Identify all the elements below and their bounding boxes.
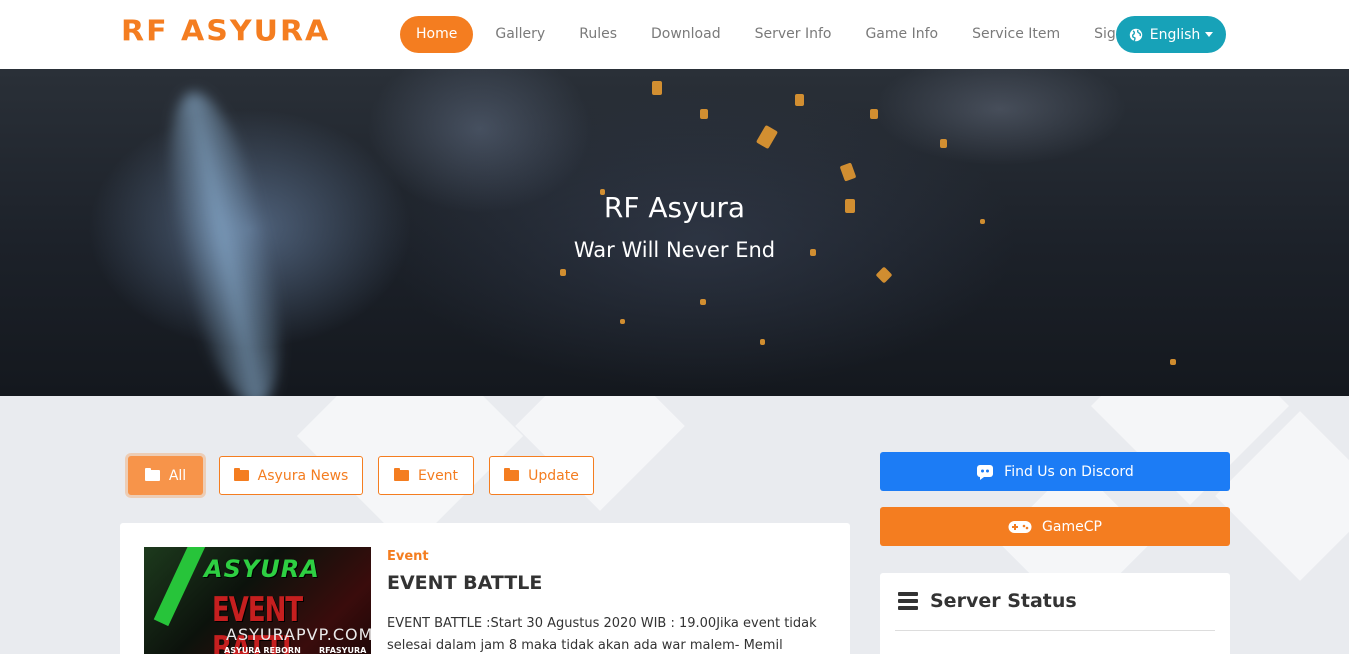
navbar: RF ASYURA Home Gallery Rules Download Se… — [0, 0, 1349, 69]
gamepad-icon — [1008, 520, 1032, 533]
filter-label: Update — [528, 467, 579, 484]
hero-title: RF Asyura — [603, 191, 746, 224]
hero-spark — [755, 124, 779, 150]
thumbnail-text-2: EVENT BATTL — [212, 591, 303, 654]
nav-gallery[interactable]: Gallery — [478, 16, 562, 53]
folder-icon — [144, 468, 160, 481]
site-logo[interactable]: RF ASYURA — [121, 15, 330, 48]
filter-update[interactable]: Update — [489, 456, 594, 495]
filter-label: Event — [417, 467, 459, 484]
hero-spark — [700, 109, 708, 119]
discord-label: Find Us on Discord — [1004, 463, 1134, 480]
hero-spark — [795, 94, 804, 106]
nav-rules[interactable]: Rules — [562, 16, 634, 53]
news-category[interactable]: Event — [387, 549, 429, 564]
nav-download[interactable]: Download — [634, 16, 738, 53]
hero-spark — [940, 139, 947, 148]
divider — [895, 630, 1215, 631]
hero-spark — [620, 319, 625, 324]
language-label: English — [1149, 26, 1201, 43]
hero-spark — [700, 299, 706, 305]
hero-banner: RF Asyura War Will Never End — [0, 69, 1349, 396]
news-excerpt: EVENT BATTLE :Start 30 Agustus 2020 WIB … — [387, 616, 817, 653]
thumbnail-text-5: RFASYURA — [319, 646, 367, 654]
news-title[interactable]: EVENT BATTLE — [387, 572, 542, 594]
nav-service-item[interactable]: Service Item — [955, 16, 1077, 53]
chevron-down-icon — [1205, 32, 1214, 37]
hero-spark — [875, 266, 893, 284]
nav-home[interactable]: Home — [400, 16, 474, 53]
hero-spark — [652, 81, 662, 95]
gamecp-button[interactable]: GameCP — [880, 507, 1230, 546]
globe-icon — [1129, 28, 1142, 41]
language-dropdown[interactable]: English — [1116, 16, 1226, 53]
folder-icon — [233, 468, 249, 481]
thumbnail-text-4: ASYURA REBORN — [224, 646, 301, 654]
nav-game-info[interactable]: Game Info — [848, 16, 955, 53]
news-card: ASYURA EVENT BATTL ASYURAPVP.COM ASYURA … — [120, 523, 850, 654]
hero-spark — [839, 162, 857, 182]
folder-icon — [504, 468, 520, 481]
thumbnail-text-1: ASYURA — [204, 555, 320, 583]
discord-button[interactable]: Find Us on Discord — [880, 452, 1230, 491]
filter-label: All — [168, 467, 187, 484]
news-thumbnail[interactable]: ASYURA EVENT BATTL ASYURAPVP.COM ASYURA … — [144, 547, 371, 654]
filter-all[interactable]: All — [128, 456, 203, 495]
gamecp-label: GameCP — [1042, 518, 1102, 535]
filter-event[interactable]: Event — [378, 456, 474, 495]
server-icon — [898, 592, 918, 610]
nav-links: Home Gallery Rules Download Server Info … — [400, 16, 1159, 53]
server-status-title: Server Status — [930, 590, 1077, 612]
filter-label: Asyura News — [257, 467, 349, 484]
discord-icon — [977, 464, 994, 480]
folder-icon — [393, 468, 409, 481]
hero-spark — [1170, 359, 1176, 365]
thumbnail-text-3: ASYURAPVP.COM — [226, 625, 371, 644]
nav-server-info[interactable]: Server Info — [738, 16, 849, 53]
server-status-card: Server Status — [880, 573, 1230, 654]
hero-subtitle: War Will Never End — [573, 238, 776, 262]
filter-asyura-news[interactable]: Asyura News — [219, 456, 363, 495]
hero-spark — [760, 339, 765, 345]
hero-spark — [560, 269, 566, 276]
hero-spark — [870, 109, 878, 119]
